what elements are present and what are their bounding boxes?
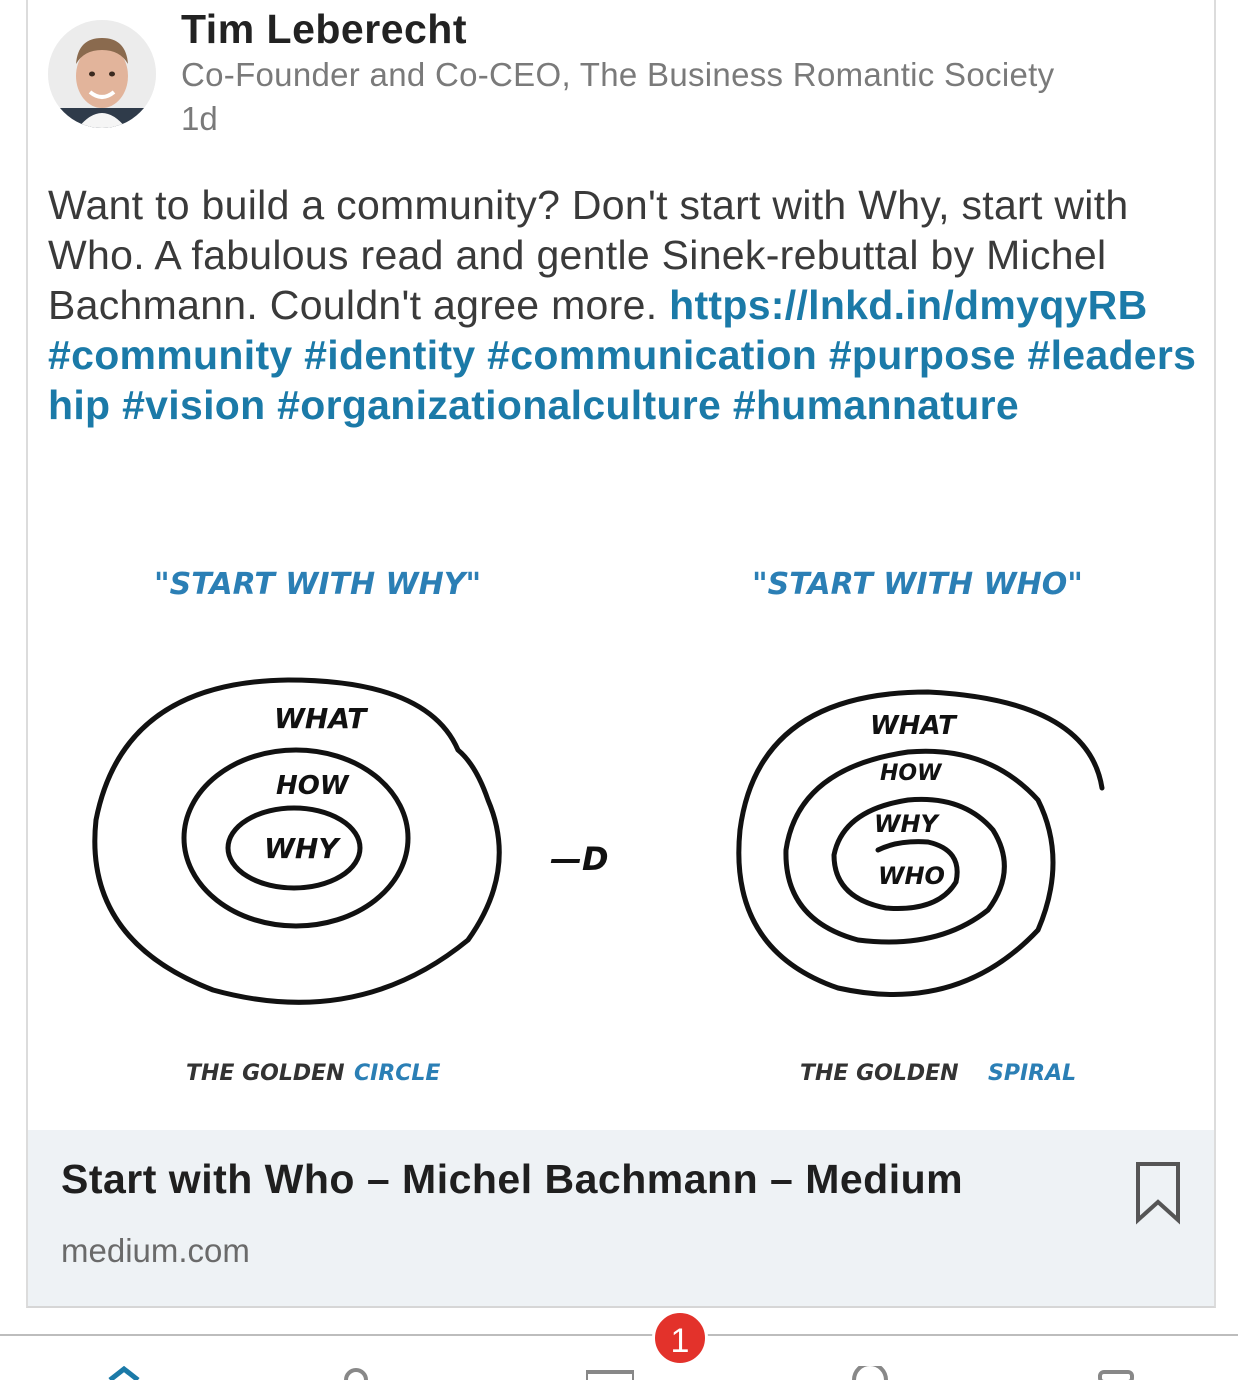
post-hashtags[interactable]: #community #identity #communication #pur…: [48, 332, 1196, 428]
left-caption-prefix: THE GOLDEN: [186, 1061, 345, 1086]
right-ring-how: HOW: [880, 761, 943, 786]
bookmark-icon[interactable]: [1134, 1160, 1182, 1226]
author-headline: Co-Founder and Co-CEO, The Business Roma…: [181, 56, 1055, 93]
right-caption-prefix: THE GOLDEN: [800, 1061, 959, 1086]
post-timestamp: 1d: [181, 100, 218, 137]
arrow-sketch: —D: [550, 840, 609, 878]
right-ring-who: WHO: [878, 862, 945, 890]
left-ring-how: HOW: [276, 771, 350, 801]
link-preview-domain: medium.com: [61, 1232, 250, 1269]
left-ring-why: WHY: [264, 832, 341, 865]
left-ring-what: WHAT: [274, 702, 368, 735]
post-link[interactable]: https://lnkd.in/dmyqyRB: [669, 282, 1147, 328]
link-preview-title[interactable]: Start with Who – Michel Bachmann – Mediu…: [61, 1156, 963, 1203]
right-sketch-title: "START WITH WHO": [752, 567, 1083, 602]
right-caption-highlight: SPIRAL: [988, 1061, 1076, 1086]
bottom-nav-bar: 1: [0, 1310, 1238, 1380]
post-image[interactable]: "START WITH WHY" "START WITH WHO" WHAT H…: [28, 510, 1214, 1130]
post-body: Want to build a community? Don't start w…: [48, 180, 1198, 430]
messaging-badge: 1: [652, 1310, 708, 1366]
right-ring-what: WHAT: [870, 711, 958, 741]
author-avatar[interactable]: [48, 20, 156, 128]
left-sketch-title: "START WITH WHY": [154, 567, 481, 602]
link-preview[interactable]: Start with Who – Michel Bachmann – Mediu…: [28, 1130, 1214, 1306]
author-name[interactable]: Tim Leberecht: [181, 6, 467, 53]
right-ring-why: WHY: [874, 810, 941, 838]
left-caption-highlight: CIRCLE: [354, 1061, 440, 1086]
